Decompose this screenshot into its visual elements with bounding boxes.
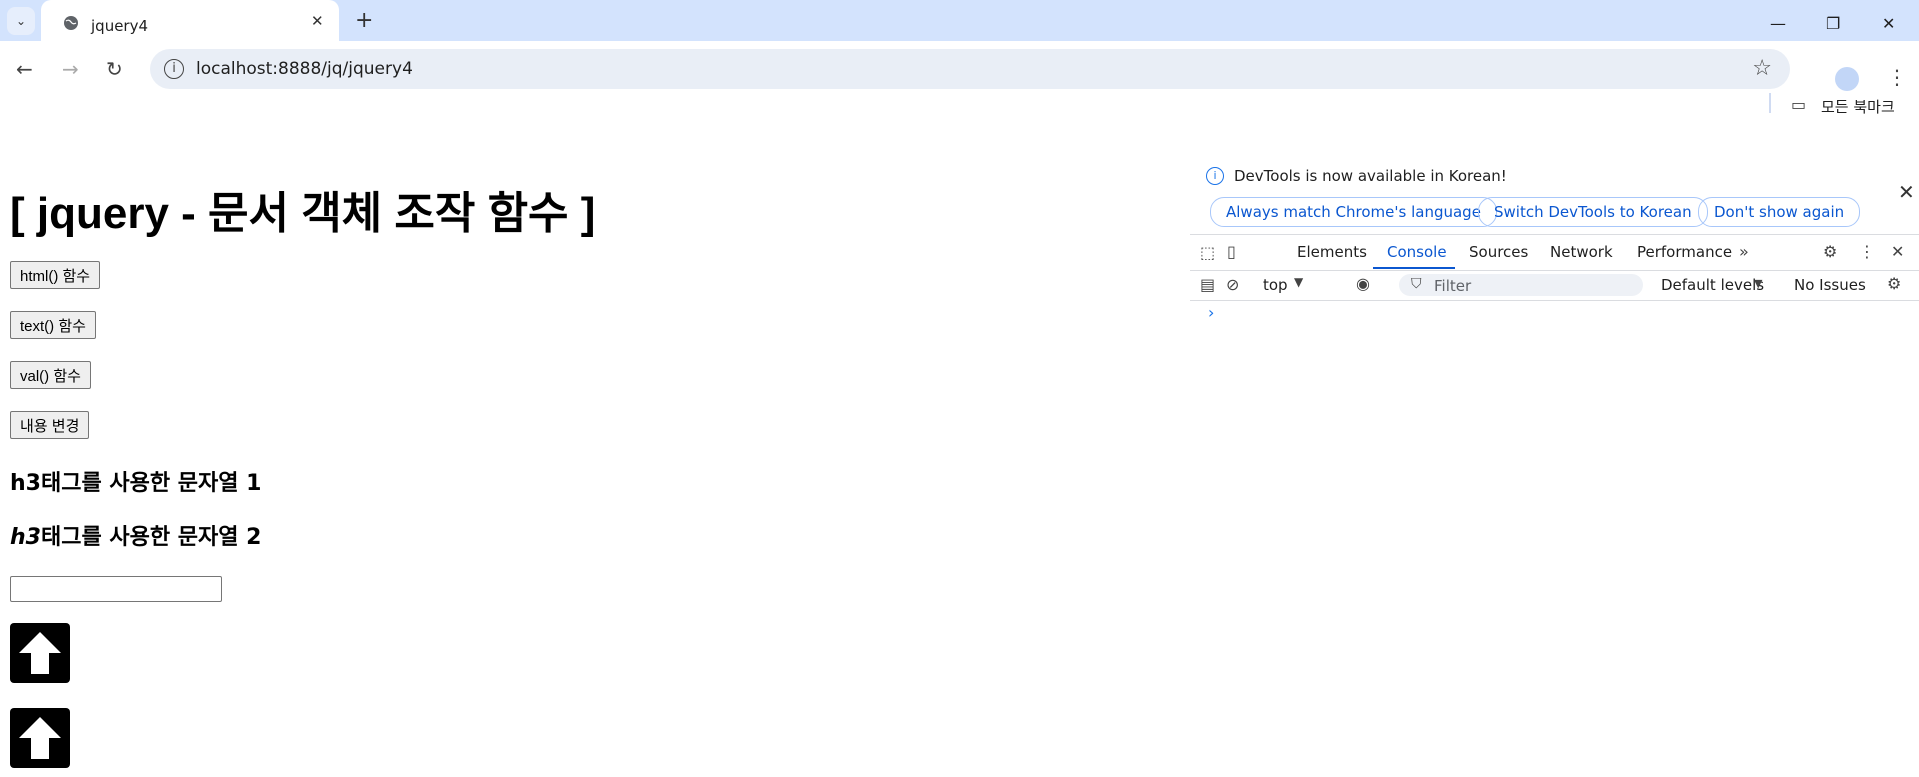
new-tab-icon[interactable]: + — [355, 8, 373, 33]
minimize-icon[interactable]: — — [1770, 14, 1786, 33]
levels-dropdown-icon[interactable]: ▼ — [1754, 277, 1762, 290]
close-devtools-icon[interactable]: ✕ — [1891, 242, 1904, 261]
more-tabs-icon[interactable]: » — [1739, 242, 1749, 261]
restore-icon[interactable]: ❐ — [1826, 14, 1840, 33]
globe-icon — [64, 16, 78, 30]
match-language-button[interactable]: Always match Chrome's language — [1210, 197, 1497, 227]
dont-show-again-button[interactable]: Don't show again — [1698, 197, 1861, 227]
browser-toolbar: ← → ↻ i localhost:8888/jq/jquery4 ☆ ⋮ ▭ … — [0, 41, 1919, 117]
tab-sources[interactable]: Sources — [1469, 243, 1528, 261]
all-bookmarks-label[interactable]: 모든 북마크 — [1821, 96, 1895, 117]
page-title: [ jquery - 문서 객체 조작 함수 ] — [10, 189, 596, 238]
context-selector[interactable]: top — [1263, 276, 1288, 294]
reload-icon[interactable]: ↻ — [106, 57, 123, 81]
info-icon: i — [1206, 167, 1224, 185]
inspect-element-icon[interactable]: ⬚ — [1200, 243, 1215, 262]
bookmark-star-icon[interactable]: ☆ — [1752, 56, 1772, 81]
devtools-panel: i DevTools is now available in Korean! A… — [1190, 160, 1919, 777]
context-dropdown-icon[interactable]: ▼ — [1294, 275, 1303, 289]
html-function-button[interactable]: html() 함수 — [10, 261, 101, 289]
change-content-button[interactable]: 내용 변경 — [10, 411, 90, 439]
h3-string-1: h3태그를 사용한 문자열 1 — [10, 471, 262, 496]
chevron-down-icon: ⌄ — [15, 14, 27, 28]
text-input[interactable] — [10, 576, 222, 602]
sidebar-toggle-icon[interactable]: ▤ — [1200, 275, 1215, 294]
up-arrow-icon — [10, 708, 70, 768]
h3-string-2-suffix: 태그를 사용한 문자열 2 — [40, 525, 262, 550]
devtools-notice-text: DevTools is now available in Korean! — [1234, 167, 1507, 185]
h3-italic-prefix: h3 — [10, 525, 41, 550]
browser-tab[interactable]: jquery4 ✕ — [41, 0, 339, 41]
up-arrow-icon — [10, 623, 70, 683]
text-function-button[interactable]: text() 함수 — [10, 311, 96, 339]
back-icon[interactable]: ← — [16, 57, 33, 81]
site-info-icon[interactable]: i — [164, 59, 184, 79]
tab-performance[interactable]: Performance — [1637, 243, 1732, 261]
log-levels-dropdown[interactable]: Default levels — [1661, 276, 1764, 294]
devtools-notice: i DevTools is now available in Korean! — [1206, 167, 1507, 185]
address-bar[interactable]: i localhost:8888/jq/jquery4 ☆ — [150, 49, 1790, 89]
filter-placeholder: Filter — [1434, 277, 1472, 295]
tab-search-button[interactable]: ⌄ — [7, 7, 35, 35]
close-notice-icon[interactable]: ✕ — [1898, 180, 1915, 204]
live-expression-eye-icon[interactable]: ◉ — [1356, 274, 1370, 293]
tab-console[interactable]: Console — [1387, 243, 1447, 261]
tab-elements[interactable]: Elements — [1297, 243, 1367, 261]
forward-icon[interactable]: → — [62, 57, 79, 81]
menu-kebab-icon[interactable]: ⋮ — [1887, 65, 1907, 89]
device-toolbar-icon[interactable]: ▯ — [1227, 242, 1236, 261]
tab-strip: ⌄ jquery4 ✕ + — ❐ ✕ — [0, 0, 1919, 41]
val-function-button[interactable]: val() 함수 — [10, 361, 91, 389]
profile-avatar[interactable] — [1835, 67, 1859, 91]
page-content: [ jquery - 문서 객체 조작 함수 ] html() 함수 text(… — [0, 117, 1190, 777]
issues-counter[interactable]: No Issues — [1794, 276, 1866, 294]
clear-console-icon[interactable]: ⊘ — [1226, 275, 1239, 294]
devtools-menu-icon[interactable]: ⋮ — [1859, 242, 1875, 261]
devtools-tab-bar: ⬚ ▯ Elements Console Sources Network Per… — [1190, 234, 1919, 271]
console-prompt-icon[interactable]: › — [1208, 303, 1214, 322]
window-close-icon[interactable]: ✕ — [1882, 14, 1895, 33]
settings-gear-icon[interactable]: ⚙ — [1823, 242, 1837, 261]
tab-title: jquery4 — [91, 17, 149, 35]
folder-icon: ▭ — [1791, 95, 1807, 114]
switch-korean-button[interactable]: Switch DevTools to Korean — [1478, 197, 1708, 227]
url-text: localhost:8888/jq/jquery4 — [196, 59, 413, 79]
filter-funnel-icon: ⛉ — [1411, 276, 1422, 292]
tab-network[interactable]: Network — [1550, 243, 1613, 261]
console-settings-icon[interactable]: ⚙ — [1887, 274, 1901, 293]
console-filter-input[interactable]: ⛉ Filter — [1399, 274, 1643, 296]
h3-string-2: h3태그를 사용한 문자열 2 — [10, 519, 261, 551]
bookmarks-divider — [1769, 93, 1771, 113]
close-icon[interactable]: ✕ — [311, 12, 324, 30]
console-toolbar: ▤ ⊘ top ▼ ◉ ⛉ Filter Default levels ▼ No… — [1190, 269, 1919, 301]
